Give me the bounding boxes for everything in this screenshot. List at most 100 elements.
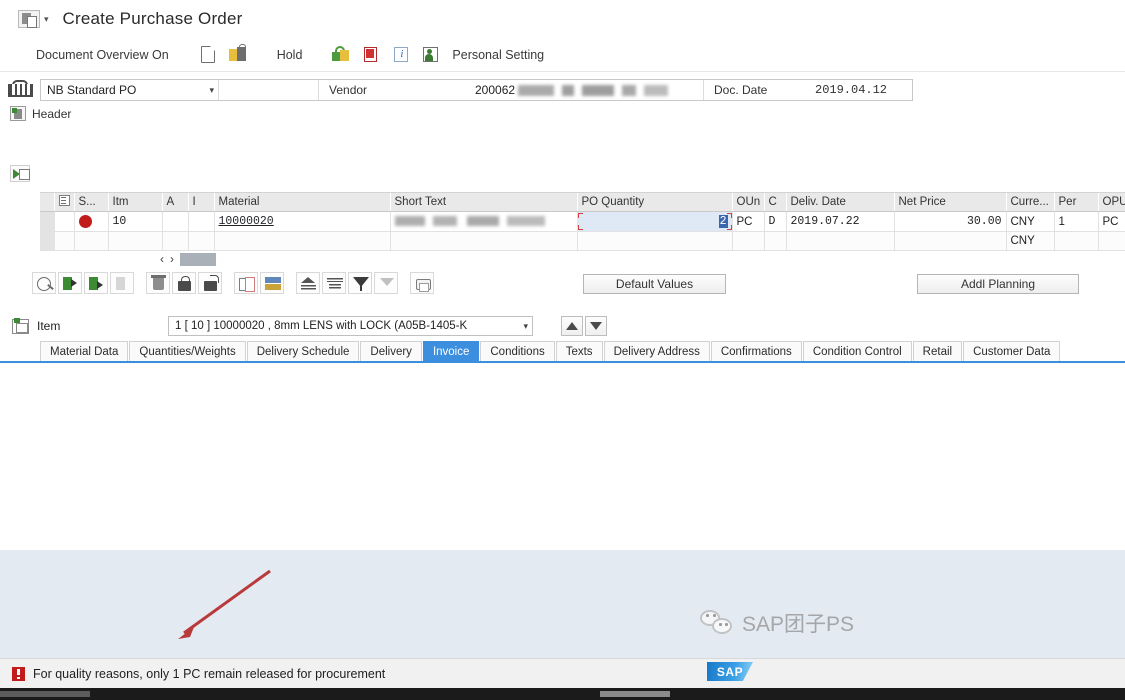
cell-material[interactable]: [214, 231, 391, 251]
cell-c[interactable]: [764, 231, 787, 251]
column-header-curr[interactable]: Curre...: [1006, 193, 1055, 212]
cell-icon[interactable]: [54, 211, 75, 232]
duplicate-icon[interactable]: [234, 272, 258, 294]
cell-oun[interactable]: [732, 231, 765, 251]
grid-next-icon[interactable]: ›: [170, 252, 174, 266]
cell-status[interactable]: [74, 211, 109, 232]
filter-icon[interactable]: [348, 272, 372, 294]
table-row[interactable]: CNY: [40, 231, 1125, 251]
print-preview-icon[interactable]: [330, 44, 352, 66]
doc-date-field[interactable]: 2019.04.12: [815, 83, 887, 97]
addl-planning-button[interactable]: Addl Planning: [917, 274, 1079, 294]
info-icon[interactable]: i: [390, 44, 412, 66]
column-header-per[interactable]: Per: [1054, 193, 1099, 212]
items-expand-icon[interactable]: [10, 165, 30, 182]
column-header-c[interactable]: C: [764, 193, 787, 212]
cell-a[interactable]: [162, 231, 189, 251]
column-header-sel[interactable]: [40, 193, 55, 212]
grid-pager[interactable]: ‹ ›: [160, 252, 216, 266]
cell-opu[interactable]: [1098, 231, 1125, 251]
item-folder-icon[interactable]: [12, 317, 29, 334]
document-overview-button[interactable]: Document Overview On: [30, 48, 175, 62]
grid-prev-icon[interactable]: ‹: [160, 252, 164, 266]
item-next-button[interactable]: [585, 316, 607, 336]
column-header-icon[interactable]: [54, 193, 75, 212]
print-icon[interactable]: [410, 272, 434, 294]
tab-customer-data[interactable]: Customer Data: [963, 341, 1061, 361]
sort-icon[interactable]: [322, 272, 346, 294]
column-header-i[interactable]: I: [188, 193, 215, 212]
cell-per[interactable]: [1054, 231, 1099, 251]
tab-delivery-schedule[interactable]: Delivery Schedule: [246, 341, 360, 361]
column-header-shorttext[interactable]: Short Text: [390, 193, 578, 212]
cell-itm[interactable]: 10: [108, 211, 163, 232]
tab-invoice[interactable]: Invoice: [422, 341, 480, 361]
cell-status[interactable]: [74, 231, 109, 251]
details-icon[interactable]: [32, 272, 56, 294]
cell-netprice[interactable]: [894, 231, 1007, 251]
column-header-status[interactable]: S...: [74, 193, 109, 212]
header-expand-icon[interactable]: [10, 106, 26, 121]
column-header-opu[interactable]: OPU: [1098, 193, 1125, 212]
row-selector[interactable]: [40, 211, 55, 232]
cell-i[interactable]: [188, 211, 215, 232]
cell-material[interactable]: 10000020: [214, 211, 391, 232]
lock-icon[interactable]: [172, 272, 196, 294]
subtotal-icon[interactable]: [296, 272, 320, 294]
cell-a[interactable]: [162, 211, 189, 232]
cell-poqty[interactable]: 2: [577, 211, 733, 232]
insert-row-icon[interactable]: [58, 272, 82, 294]
messages-icon[interactable]: [360, 44, 382, 66]
cell-delivdate[interactable]: 2019.07.22: [786, 211, 895, 232]
column-header-poqty[interactable]: PO Quantity: [577, 193, 733, 212]
copy-row-icon[interactable]: [110, 272, 134, 294]
sys-menu-caret-icon[interactable]: ▾: [44, 14, 49, 25]
tab-quantities-weights[interactable]: Quantities/Weights: [129, 341, 246, 361]
tab-delivery[interactable]: Delivery: [360, 341, 422, 361]
cell-itm[interactable]: [108, 231, 163, 251]
item-selector-dropdown[interactable]: 1 [ 10 ] 10000020 , 8mm LENS with LOCK (…: [168, 316, 533, 336]
doc-number-field[interactable]: [219, 80, 319, 100]
append-row-icon[interactable]: [84, 272, 108, 294]
default-values-button[interactable]: Default Values: [583, 274, 726, 294]
cell-shorttext[interactable]: [390, 211, 578, 232]
tab-confirmations[interactable]: Confirmations: [710, 341, 802, 361]
red-status-dot[interactable]: [78, 215, 92, 228]
cell-delivdate[interactable]: [786, 231, 895, 251]
doc-type-select[interactable]: NB Standard PO ▾: [41, 80, 219, 100]
tab-retail[interactable]: Retail: [912, 341, 963, 361]
cell-shorttext[interactable]: [390, 231, 578, 251]
row-selector[interactable]: [40, 231, 55, 251]
tab-condition-control[interactable]: Condition Control: [802, 341, 912, 361]
unlock-icon[interactable]: [198, 272, 222, 294]
cell-netprice[interactable]: 30.00: [894, 211, 1007, 232]
tab-conditions[interactable]: Conditions: [480, 341, 555, 361]
column-header-itm[interactable]: Itm: [108, 193, 163, 212]
hold-lock-icon[interactable]: [227, 43, 249, 66]
tab-texts[interactable]: Texts: [555, 341, 603, 361]
personal-setting-icon[interactable]: [420, 44, 442, 66]
cell-curr[interactable]: CNY: [1006, 211, 1055, 232]
tab-material-data[interactable]: Material Data: [40, 341, 129, 361]
cell-oun[interactable]: PC: [732, 211, 765, 232]
column-header-material[interactable]: Material: [214, 193, 391, 212]
cell-opu[interactable]: PC: [1098, 211, 1125, 232]
delete-icon[interactable]: [146, 272, 170, 294]
grid-scroll-thumb[interactable]: [180, 252, 216, 266]
material-link[interactable]: 10000020: [219, 215, 274, 228]
column-header-netprice[interactable]: Net Price: [894, 193, 1007, 212]
column-header-a[interactable]: A: [162, 193, 189, 212]
table-row[interactable]: 10 10000020 2 PC D 2019.07.22 30.00 CNY 1 PC: [40, 211, 1125, 232]
filter-off-icon[interactable]: [374, 272, 398, 294]
vendor-field[interactable]: 200062: [469, 80, 704, 100]
new-document-icon[interactable]: [197, 44, 219, 66]
personal-setting-button[interactable]: Personal Setting: [446, 48, 550, 62]
sap-system-menu-icon[interactable]: [18, 10, 40, 28]
cell-poqty[interactable]: [577, 231, 733, 251]
tab-delivery-address[interactable]: Delivery Address: [603, 341, 710, 361]
item-prev-button[interactable]: [561, 316, 583, 336]
column-header-oun[interactable]: OUn: [732, 193, 765, 212]
cell-c[interactable]: D: [764, 211, 787, 232]
cell-per[interactable]: 1: [1054, 211, 1099, 232]
cell-curr[interactable]: CNY: [1006, 231, 1055, 251]
